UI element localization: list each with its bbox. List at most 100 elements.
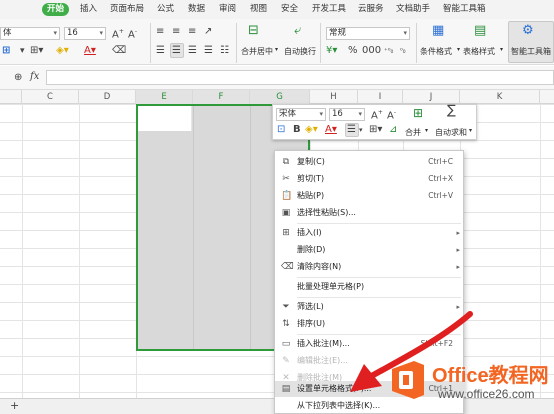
percent-icon[interactable]: % xyxy=(348,45,358,57)
tab-cloud[interactable]: 云服务 xyxy=(358,3,384,16)
conditional-format-icon[interactable]: ▦ xyxy=(432,24,444,37)
table-style-button[interactable]: 表格样式 xyxy=(463,46,495,57)
wrap-text-icon[interactable]: ⤶ xyxy=(294,24,301,37)
mini-merge-icon[interactable]: ⊞ xyxy=(413,107,423,119)
insert-icon: ⊞ xyxy=(282,228,290,238)
thousands-icon[interactable]: 000 xyxy=(362,45,381,57)
merge-center-icon[interactable]: ⊟ xyxy=(248,24,259,37)
menu-item-clear-contents[interactable]: ⌫ 清除内容(N) ▸ xyxy=(275,259,465,275)
number-format-select[interactable]: 常规 ▾ xyxy=(326,27,410,40)
menu-item-insert[interactable]: ⊞ 插入(I) ▸ xyxy=(275,225,465,241)
mini-fill-color-icon[interactable]: ◈▾ xyxy=(305,124,318,136)
justify-icon[interactable]: ☰ xyxy=(204,45,213,57)
mini-align-center-icon[interactable]: ☰ xyxy=(347,124,356,136)
tab-view[interactable]: 视图 xyxy=(250,3,267,16)
grow-font-icon[interactable]: A+ xyxy=(112,26,124,41)
tab-smart-toolbox[interactable]: 智能工具箱 xyxy=(443,3,486,16)
eraser-icon[interactable]: ⌫ xyxy=(112,45,126,57)
align-middle-icon[interactable]: ≡ xyxy=(172,26,180,38)
font-color-icon[interactable]: A▾ xyxy=(84,45,96,57)
border-dropdown-icon[interactable]: ▾ xyxy=(20,45,25,57)
submenu-arrow-icon: ▸ xyxy=(456,246,460,254)
font-name-select[interactable]: 体 ▾ xyxy=(0,27,60,40)
column-header-d[interactable]: D xyxy=(79,90,136,104)
formula-input[interactable] xyxy=(46,70,554,85)
menu-item-copy[interactable]: ⧉ 复制(C) Ctrl+C xyxy=(275,154,465,170)
menu-item-paste-special[interactable]: ▣ 选择性粘贴(S)... xyxy=(275,205,465,221)
menu-item-paste[interactable]: 📋 粘贴(P) Ctrl+V xyxy=(275,188,465,204)
column-header-e[interactable]: E xyxy=(136,90,193,104)
decrease-decimal-icon[interactable]: ⁰₀ xyxy=(400,45,406,57)
increase-decimal-icon[interactable]: ⁺⁰₀ xyxy=(384,45,393,57)
column-header-j[interactable]: J xyxy=(403,90,460,104)
column-header-i[interactable]: I xyxy=(358,90,403,104)
tab-developer[interactable]: 开发工具 xyxy=(312,3,346,16)
menu-item-batch-cells[interactable]: 批量处理单元格(P) xyxy=(275,279,465,295)
column-header-f[interactable]: F xyxy=(193,90,250,104)
column-header-c[interactable]: C xyxy=(22,90,79,104)
conditional-format-button[interactable]: 条件格式 xyxy=(420,46,452,57)
orientation-icon[interactable]: ↗ xyxy=(204,26,212,38)
menu-item-label: 选择性粘贴(S)... xyxy=(297,208,356,217)
menu-item-delete[interactable]: 删除(D) ▸ xyxy=(275,242,465,258)
wrap-text-button[interactable]: 自动换行 xyxy=(284,46,316,57)
tab-review[interactable]: 审阅 xyxy=(219,3,236,16)
fill-color-icon[interactable]: ◈▾ xyxy=(56,45,69,57)
font-size-select[interactable]: 16 ▾ xyxy=(64,27,106,40)
column-header-h[interactable]: H xyxy=(310,90,358,104)
align-left-icon[interactable]: ☰ xyxy=(156,45,165,57)
tab-data[interactable]: 数据 xyxy=(188,3,205,16)
merge-dropdown-icon[interactable]: ▾ xyxy=(275,46,278,53)
mini-autosum-icon[interactable]: ∑ xyxy=(447,104,456,117)
tab-security[interactable]: 安全 xyxy=(281,3,298,16)
tab-home[interactable]: 开始 xyxy=(42,3,70,16)
merge-center-button[interactable]: 合并居中 xyxy=(241,46,273,57)
menu-item-label: 从下拉列表中选择(K)... xyxy=(297,401,381,410)
mini-autosum-button[interactable]: 自动求和 xyxy=(435,127,467,138)
align-bottom-icon[interactable]: ≡ xyxy=(188,26,196,38)
fx-icon[interactable]: fx xyxy=(30,71,39,83)
mini-autosum-dropdown-icon: ▾ xyxy=(469,127,473,134)
mini-format-painter-icon[interactable]: ⊡ xyxy=(277,124,285,136)
mini-border-icon[interactable]: ⊞▾ xyxy=(369,124,382,136)
smart-toolbox-button[interactable]: 智能工具箱 xyxy=(511,46,551,57)
align-top-icon[interactable]: ≡ xyxy=(156,26,164,38)
align-center-icon[interactable]: ☰ xyxy=(172,45,181,57)
active-cell[interactable] xyxy=(138,106,192,131)
smart-toolbox-icon[interactable]: ⚙ xyxy=(522,24,534,37)
paste-icon: 📋 xyxy=(281,191,293,201)
shrink-font-icon[interactable]: A- xyxy=(128,26,137,41)
menu-item-shortcut: Ctrl+X xyxy=(428,174,453,183)
tab-insert[interactable]: 插入 xyxy=(80,3,97,16)
border-icon[interactable]: ⊞ xyxy=(2,45,10,57)
mini-font-name-select[interactable]: 宋体 ▾ xyxy=(276,108,326,121)
mini-bold-icon[interactable]: B xyxy=(293,124,301,136)
tab-formulas[interactable]: 公式 xyxy=(157,3,174,16)
tab-page-layout[interactable]: 页面布局 xyxy=(110,3,144,16)
column-header-k[interactable]: K xyxy=(460,90,540,104)
mini-merge-button[interactable]: 合并 xyxy=(405,127,421,138)
tab-doc-assistant[interactable]: 文档助手 xyxy=(396,3,430,16)
mini-font-size-select[interactable]: 16 ▾ xyxy=(329,108,365,121)
ribbon-tab-bar: 开始 插入 页面布局 公式 数据 审阅 视图 安全 开发工具 云服务 文档助手 … xyxy=(0,0,554,19)
cut-icon: ✂ xyxy=(282,174,290,184)
mini-shrink-font-icon[interactable]: A- xyxy=(387,107,396,122)
align-right-icon[interactable]: ☰ xyxy=(188,45,197,57)
mini-grow-font-icon[interactable]: A+ xyxy=(371,107,383,122)
select-all-corner[interactable] xyxy=(0,90,22,104)
menu-item-shortcut: Ctrl+V xyxy=(428,191,453,200)
distributed-icon[interactable]: ☷ xyxy=(220,45,229,57)
mini-insert-icon[interactable]: ⊿ xyxy=(389,124,397,136)
cond-format-dropdown-icon: ▾ xyxy=(457,46,461,53)
borders-icon[interactable]: ⊞▾ xyxy=(30,45,43,57)
mini-align-dropdown-icon[interactable]: ▾ xyxy=(359,124,363,136)
column-header-bar: C D E F G H I J K xyxy=(0,90,554,104)
column-header-g[interactable]: G xyxy=(250,90,310,104)
add-sheet-icon[interactable]: + xyxy=(10,400,19,412)
grid-line xyxy=(22,104,23,398)
currency-icon[interactable]: ¥▾ xyxy=(326,45,337,57)
table-style-icon[interactable]: ▤ xyxy=(474,24,486,37)
menu-item-cut[interactable]: ✂ 剪切(T) Ctrl+X xyxy=(275,171,465,187)
zoom-icon[interactable]: ⊕ xyxy=(14,72,22,84)
mini-font-color-icon[interactable]: A▾ xyxy=(325,124,337,136)
